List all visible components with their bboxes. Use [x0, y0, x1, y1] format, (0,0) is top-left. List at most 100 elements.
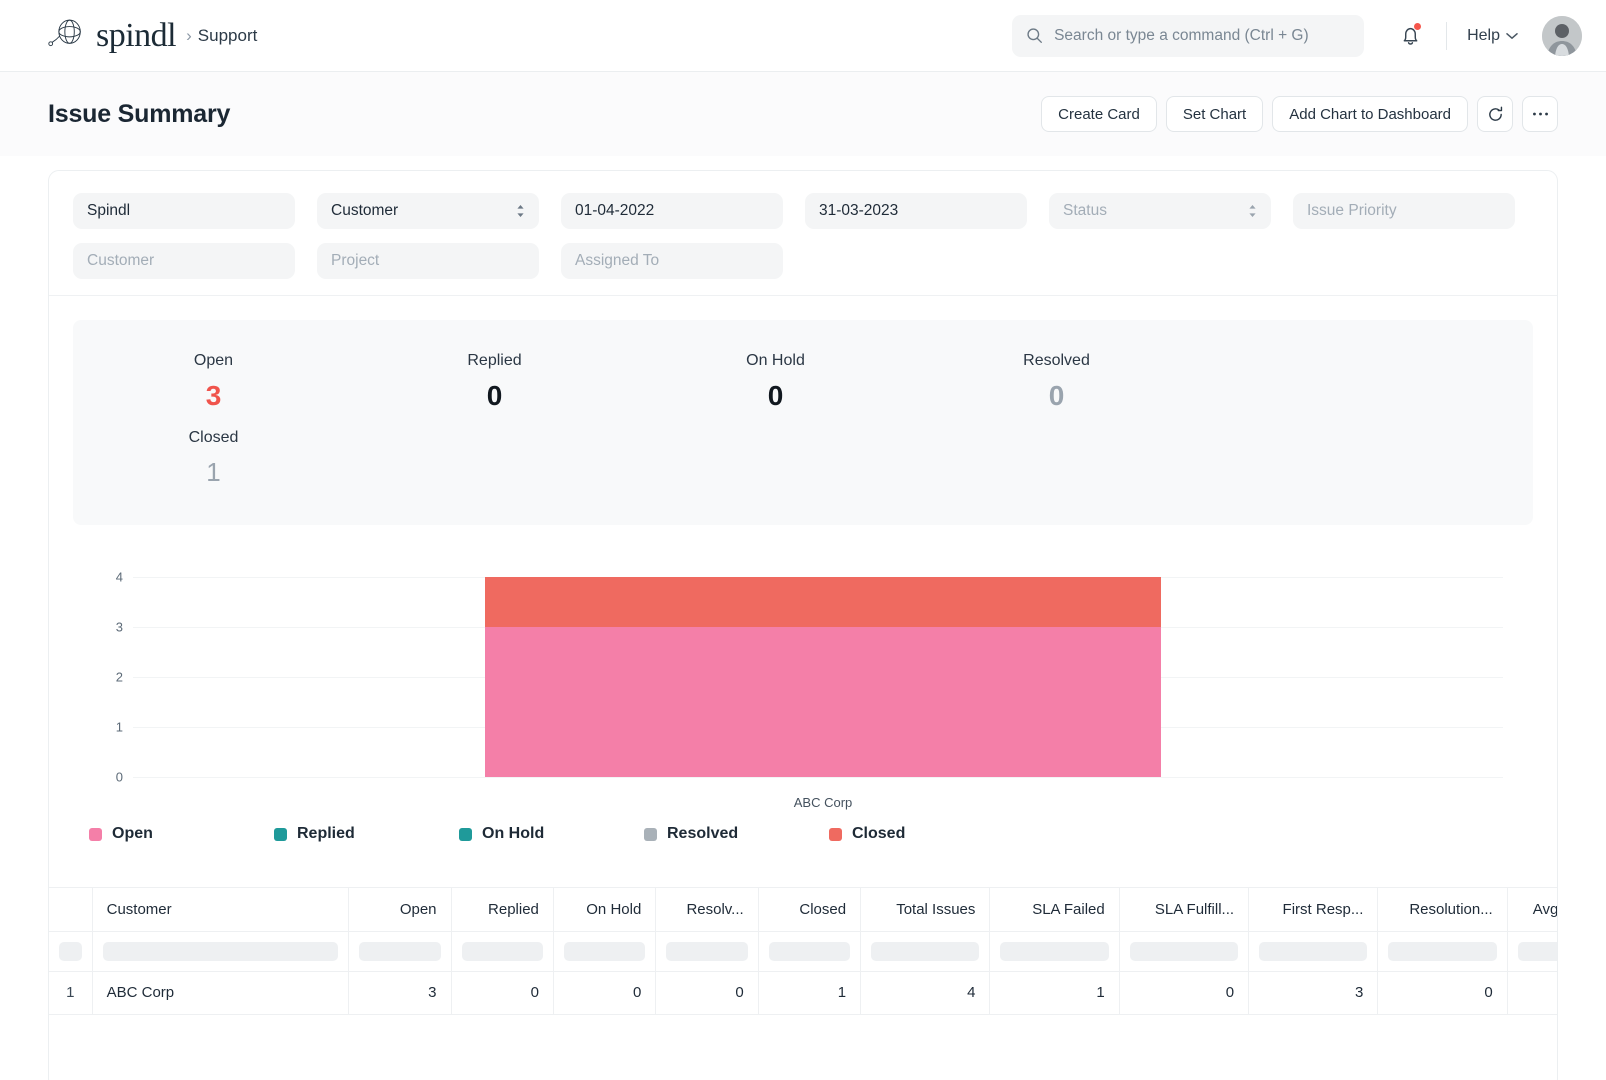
filter-placeholder[interactable] [1130, 942, 1238, 961]
table-cell-index: 1 [49, 971, 92, 1014]
stat-resolved-value: 0 [916, 380, 1197, 412]
table-header-customer[interactable]: Customer [92, 888, 349, 931]
y-tick: 3 [116, 620, 123, 635]
table-filter-avg-first-response-cell [1507, 931, 1557, 971]
notifications-button[interactable] [1384, 16, 1436, 56]
table-header-open[interactable]: Open [349, 888, 451, 931]
filter-project[interactable]: Project [317, 243, 539, 279]
table-header-resolution[interactable]: Resolution... [1378, 888, 1507, 931]
legend-item-open[interactable]: Open [89, 825, 274, 843]
table-filter-row [49, 931, 1557, 971]
table-filter-first-response-cell [1249, 931, 1378, 971]
filter-status[interactable]: Status [1049, 193, 1271, 229]
table-cell-avg-first-response [1507, 971, 1557, 1014]
filter-placeholder[interactable] [59, 942, 82, 961]
stat-open-value: 3 [73, 380, 354, 412]
stat-resolved-label: Resolved [916, 352, 1197, 370]
filter-project-placeholder: Project [331, 252, 379, 270]
legend-label-closed: Closed [852, 825, 905, 843]
table-header-index [49, 888, 92, 931]
stat-on-hold: On Hold 0 [635, 352, 916, 525]
stat-resolved: Resolved 0 [916, 352, 1197, 525]
table-cell-closed: 1 [758, 971, 860, 1014]
bar-stack-abc-corp[interactable] [485, 577, 1161, 777]
filters-section: Spindl Customer 01-04-2022 31-03-2023 St… [49, 171, 1557, 296]
stat-replied-label: Replied [354, 352, 635, 370]
filter-placeholder[interactable] [871, 942, 979, 961]
legend-item-resolved[interactable]: Resolved [644, 825, 829, 843]
add-chart-to-dashboard-button[interactable]: Add Chart to Dashboard [1272, 96, 1468, 132]
filter-group-by[interactable]: Customer [317, 193, 539, 229]
table-cell-on-hold: 0 [553, 971, 655, 1014]
breadcrumb-item-support[interactable]: Support [198, 26, 258, 46]
table-header-total-issues[interactable]: Total Issues [861, 888, 990, 931]
table-row[interactable]: 1 ABC Corp 3 0 0 0 1 4 1 0 3 0 [49, 971, 1557, 1014]
brand-home-link[interactable]: spindl [48, 18, 176, 54]
legend-swatch-open [89, 828, 102, 841]
table-filter-resolved-cell [656, 931, 758, 971]
y-tick: 4 [116, 570, 123, 585]
table-header-first-response[interactable]: First Resp... [1249, 888, 1378, 931]
filter-company[interactable]: Spindl [73, 193, 295, 229]
more-options-button[interactable] [1522, 96, 1558, 132]
legend-item-replied[interactable]: Replied [274, 825, 459, 843]
search-input[interactable]: Search or type a command (Ctrl + G) [1012, 15, 1364, 57]
page-actions: Create Card Set Chart Add Chart to Dashb… [1041, 96, 1558, 132]
filter-placeholder[interactable] [1000, 942, 1108, 961]
filter-customer[interactable]: Customer [73, 243, 295, 279]
top-navbar: spindl › Support Search or type a comman… [0, 0, 1606, 72]
filter-placeholder[interactable] [1518, 942, 1557, 961]
bar-segment-open[interactable] [485, 627, 1161, 777]
table-header-replied[interactable]: Replied [451, 888, 553, 931]
legend-label-resolved: Resolved [667, 825, 738, 843]
filter-from-date-value: 01-04-2022 [575, 202, 654, 220]
filter-to-date[interactable]: 31-03-2023 [805, 193, 1027, 229]
bar-segment-closed[interactable] [485, 577, 1161, 627]
table-header-on-hold[interactable]: On Hold [553, 888, 655, 931]
legend-item-on-hold[interactable]: On Hold [459, 825, 644, 843]
table-cell-replied: 0 [451, 971, 553, 1014]
spindl-logo-icon [48, 18, 86, 54]
filter-group-by-value: Customer [331, 202, 398, 220]
avatar[interactable] [1542, 16, 1582, 56]
table-header-sla-fulfilled[interactable]: SLA Fulfill... [1119, 888, 1248, 931]
table-filter-on-hold-cell [553, 931, 655, 971]
table-header-avg-first-response[interactable]: Avg First Respons [1507, 888, 1557, 931]
chevron-down-icon [1506, 32, 1518, 40]
filter-placeholder[interactable] [462, 942, 543, 961]
stat-on-hold-value: 0 [635, 380, 916, 412]
set-chart-button[interactable]: Set Chart [1166, 96, 1263, 132]
brand-name: spindl [96, 19, 176, 53]
create-card-button[interactable]: Create Card [1041, 96, 1157, 132]
filter-placeholder[interactable] [769, 942, 850, 961]
navbar-right-group: Search or type a command (Ctrl + G) Help [1012, 15, 1582, 57]
legend-item-closed[interactable]: Closed [829, 825, 1014, 843]
legend-swatch-on-hold [459, 828, 472, 841]
table-header-sla-failed[interactable]: SLA Failed [990, 888, 1119, 931]
table-header-closed[interactable]: Closed [758, 888, 860, 931]
filter-issue-priority[interactable]: Issue Priority [1293, 193, 1515, 229]
table-header-resolved[interactable]: Resolv... [656, 888, 758, 931]
stat-replied-value: 0 [354, 380, 635, 412]
filters-row-1: Spindl Customer 01-04-2022 31-03-2023 St… [73, 193, 1533, 229]
filter-from-date[interactable]: 01-04-2022 [561, 193, 783, 229]
filter-placeholder[interactable] [666, 942, 747, 961]
issue-table-element: Customer Open Replied On Hold Resolv... … [49, 888, 1557, 1015]
refresh-button[interactable] [1477, 96, 1513, 132]
table-cell-total-issues: 4 [861, 971, 990, 1014]
table-cell-customer[interactable]: ABC Corp [92, 971, 349, 1014]
filter-placeholder[interactable] [1259, 942, 1367, 961]
y-tick: 0 [116, 770, 123, 785]
issue-summary-card: Spindl Customer 01-04-2022 31-03-2023 St… [48, 170, 1558, 1080]
table-filter-sla-fulfilled-cell [1119, 931, 1248, 971]
filter-placeholder[interactable] [103, 942, 339, 961]
help-label: Help [1467, 27, 1500, 45]
filter-assigned-to[interactable]: Assigned To [561, 243, 783, 279]
filter-placeholder[interactable] [1388, 942, 1496, 961]
breadcrumb-separator: › [186, 26, 192, 46]
help-menu-button[interactable]: Help [1457, 21, 1528, 51]
filter-placeholder[interactable] [359, 942, 440, 961]
filter-placeholder[interactable] [564, 942, 645, 961]
gridline: 0 [133, 777, 1503, 778]
search-icon [1026, 27, 1043, 44]
